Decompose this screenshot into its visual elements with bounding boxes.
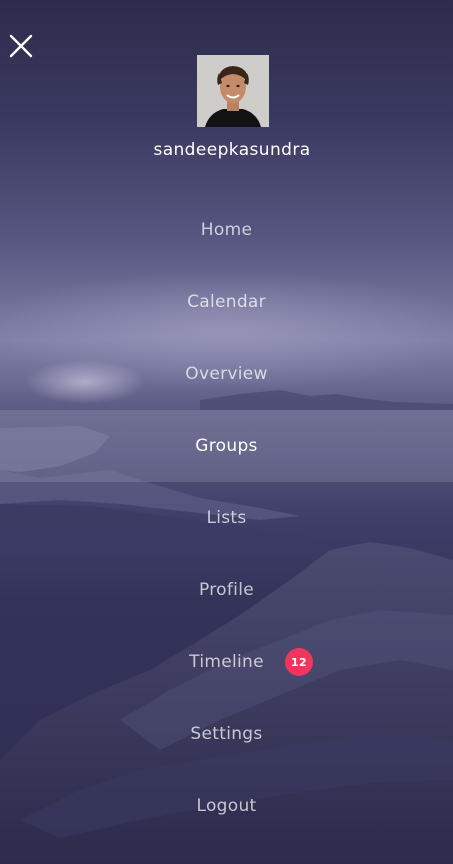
menu-item-groups[interactable]: Groups (0, 410, 453, 482)
menu-item-label: Lists (206, 508, 247, 528)
close-icon (9, 34, 33, 58)
avatar-image (197, 55, 269, 127)
menu-item-lists[interactable]: Lists (0, 482, 453, 554)
menu-item-label: Logout (196, 796, 257, 816)
menu-item-home[interactable]: Home (0, 194, 453, 266)
menu-item-label: Overview (185, 364, 268, 384)
username: sandeepkasundra (153, 140, 311, 160)
avatar[interactable] (197, 55, 269, 127)
menu-item-label: Calendar (187, 292, 266, 312)
menu-item-profile[interactable]: Profile (0, 554, 453, 626)
menu-item-label: Groups (195, 436, 258, 456)
notification-badge: 12 (285, 648, 313, 676)
menu-item-label: Profile (199, 580, 254, 600)
side-menu: Home Calendar Overview Groups Lists Prof… (0, 194, 453, 842)
menu-item-label: Settings (190, 724, 263, 744)
close-button[interactable] (8, 33, 34, 59)
menu-item-overview[interactable]: Overview (0, 338, 453, 410)
menu-item-label: Home (200, 220, 253, 240)
side-menu-screen: sandeepkasundra Home Calendar Overview G… (0, 0, 453, 864)
menu-item-logout[interactable]: Logout (0, 770, 453, 842)
menu-item-timeline[interactable]: Timeline 12 (0, 626, 453, 698)
menu-item-label: Timeline (189, 652, 264, 672)
menu-item-settings[interactable]: Settings (0, 698, 453, 770)
menu-item-calendar[interactable]: Calendar (0, 266, 453, 338)
